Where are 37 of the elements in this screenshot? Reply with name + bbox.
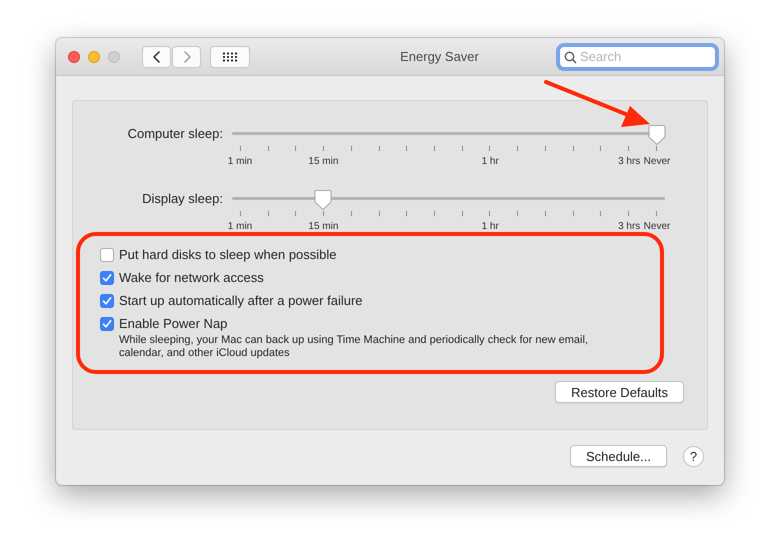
checkbox-label: Enable Power Nap — [119, 316, 228, 331]
grid-button[interactable] — [210, 46, 250, 68]
tick-label: 1 hr — [482, 221, 499, 232]
zoom-icon — [108, 50, 120, 62]
checkbox[interactable] — [100, 248, 114, 262]
tick-label: 15 min — [308, 156, 338, 167]
window-title: Energy Saver — [399, 49, 480, 64]
tick-label: Never — [644, 156, 670, 167]
slider-thumb[interactable] — [314, 189, 332, 211]
close-icon[interactable] — [68, 50, 80, 62]
search-field[interactable]: Search — [559, 46, 716, 68]
slider-thumb[interactable] — [648, 124, 666, 146]
tick-label: 1 min — [228, 156, 252, 167]
minimize-icon[interactable] — [88, 50, 100, 62]
schedule-button[interactable]: Schedule... — [570, 445, 667, 467]
tick-label: 3 hrs — [618, 156, 640, 167]
search-icon — [564, 50, 577, 64]
help-button[interactable]: ? — [683, 446, 704, 466]
checkbox-label: Wake for network access — [119, 270, 264, 285]
checkbox[interactable] — [100, 316, 114, 330]
slider-label: Computer sleep: — [126, 126, 223, 141]
option-description: While sleeping, your Mac can back up using Time Machine and periodically check for new email, calendar, and other iCloud updates — [119, 334, 589, 360]
back-button[interactable] — [142, 46, 171, 68]
tick-label: 1 min — [228, 221, 252, 232]
restore-defaults-button[interactable]: Restore Defaults — [555, 381, 684, 403]
checkbox-label: Put hard disks to sleep when possible — [119, 247, 337, 262]
tick-label: 3 hrs — [618, 221, 640, 232]
tick-label: 1 hr — [482, 156, 499, 167]
tick-label: 15 min — [308, 221, 338, 232]
slider[interactable] — [232, 123, 665, 143]
grid-icon — [222, 52, 238, 62]
slider-label: Display sleep: — [141, 191, 223, 206]
checkbox-label: Start up automatically after a power failure — [119, 293, 363, 308]
tick-label: Never — [644, 221, 670, 232]
slider[interactable] — [232, 188, 665, 208]
checkbox[interactable] — [100, 270, 114, 284]
checkbox[interactable] — [100, 294, 114, 308]
